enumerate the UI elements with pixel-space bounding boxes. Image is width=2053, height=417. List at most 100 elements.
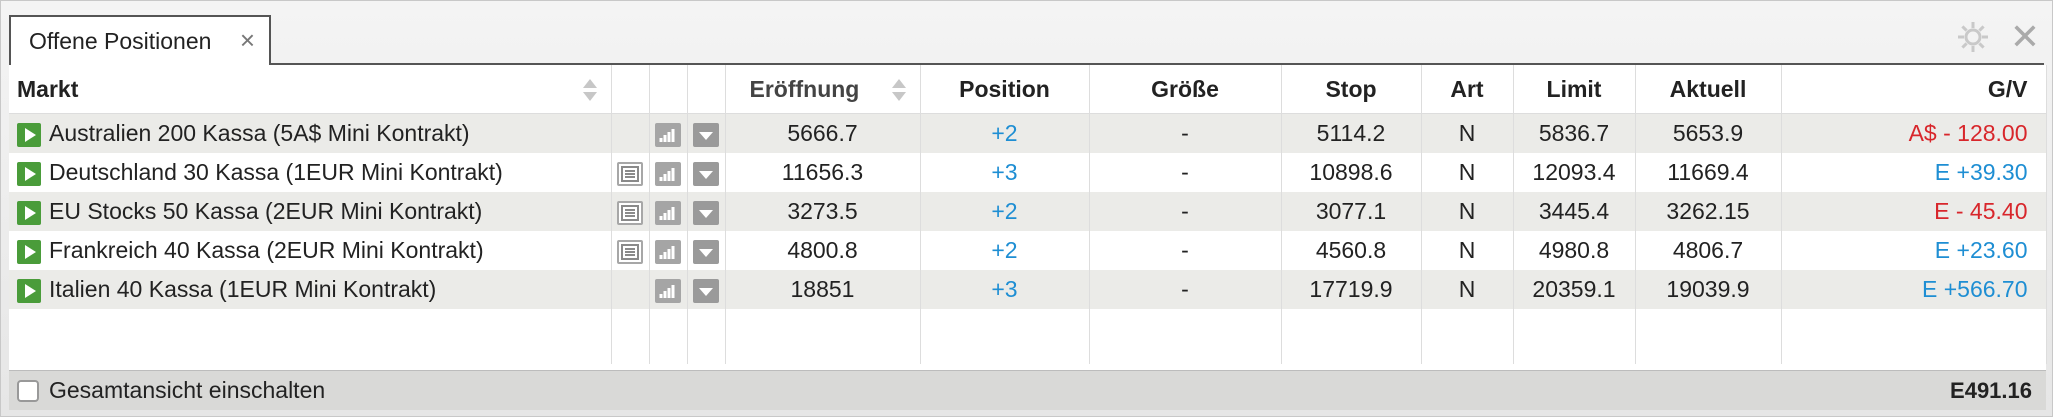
chart-icon[interactable] bbox=[655, 161, 681, 186]
sort-icon[interactable] bbox=[581, 77, 599, 103]
play-icon[interactable] bbox=[17, 239, 41, 264]
dropdown-icon[interactable] bbox=[693, 161, 719, 186]
news-icon[interactable] bbox=[617, 161, 643, 186]
play-icon[interactable] bbox=[17, 161, 41, 186]
column-header-open[interactable]: Eröffnung bbox=[725, 65, 921, 114]
cell-market[interactable]: Deutschland 30 Kassa (1EUR Mini Kontrakt… bbox=[9, 153, 612, 192]
cell-position[interactable]: +2 bbox=[920, 192, 1090, 231]
cell-market[interactable]: Australien 200 Kassa (5A$ Mini Kontrakt) bbox=[9, 113, 612, 153]
market-name: Frankreich 40 Kassa (2EUR Mini Kontrakt) bbox=[49, 237, 484, 263]
table-row[interactable]: EU Stocks 50 Kassa (2EUR Mini Kontrakt) 3… bbox=[9, 192, 2047, 231]
cell-current: 11669.4 bbox=[1635, 153, 1782, 192]
cell-position[interactable]: +3 bbox=[920, 270, 1090, 309]
overall-view-label[interactable]: Gesamtansicht einschalten bbox=[49, 377, 325, 404]
table-row[interactable]: Frankreich 40 Kassa (2EUR Mini Kontrakt)… bbox=[9, 231, 2047, 270]
cell-art: N bbox=[1421, 231, 1514, 270]
market-name: EU Stocks 50 Kassa (2EUR Mini Kontrakt) bbox=[49, 198, 483, 224]
cell-limit[interactable]: 20359.1 bbox=[1513, 270, 1636, 309]
empty-cell bbox=[687, 309, 726, 364]
cell-stop[interactable]: 17719.9 bbox=[1281, 270, 1422, 309]
cell-chart[interactable] bbox=[649, 231, 688, 270]
dropdown-icon[interactable] bbox=[693, 239, 719, 264]
market-name: Deutschland 30 Kassa (1EUR Mini Kontrakt… bbox=[49, 159, 503, 185]
cell-menu[interactable] bbox=[687, 270, 726, 309]
cell-chart[interactable] bbox=[649, 153, 688, 192]
cell-news[interactable] bbox=[611, 231, 650, 270]
column-header-market[interactable]: Markt bbox=[9, 65, 612, 114]
cell-menu[interactable] bbox=[687, 192, 726, 231]
cell-market[interactable]: EU Stocks 50 Kassa (2EUR Mini Kontrakt) bbox=[9, 192, 612, 231]
dropdown-icon[interactable] bbox=[693, 278, 719, 303]
dropdown-icon[interactable] bbox=[693, 122, 719, 147]
cell-position[interactable]: +2 bbox=[920, 231, 1090, 270]
play-icon[interactable] bbox=[17, 200, 41, 225]
column-header-current[interactable]: Aktuell bbox=[1635, 65, 1782, 114]
cell-position[interactable]: +3 bbox=[920, 153, 1090, 192]
cell-stop[interactable]: 4560.8 bbox=[1281, 231, 1422, 270]
cell-stop[interactable]: 10898.6 bbox=[1281, 153, 1422, 192]
cell-current: 4806.7 bbox=[1635, 231, 1782, 270]
column-header-pl[interactable]: G/V bbox=[1781, 65, 2047, 114]
news-icon[interactable] bbox=[617, 200, 643, 225]
table-row[interactable]: Australien 200 Kassa (5A$ Mini Kontrakt)… bbox=[9, 113, 2047, 153]
close-icon[interactable]: ✕ bbox=[2010, 19, 2040, 55]
cell-stop[interactable]: 3077.1 bbox=[1281, 192, 1422, 231]
cell-chart[interactable] bbox=[649, 192, 688, 231]
empty-cell bbox=[611, 309, 650, 364]
overall-view-checkbox[interactable] bbox=[17, 379, 39, 402]
total-pl: E491.16 bbox=[1950, 377, 2032, 403]
empty-cell bbox=[649, 309, 688, 364]
cell-menu[interactable] bbox=[687, 231, 726, 270]
news-icon[interactable] bbox=[617, 239, 643, 264]
cell-limit[interactable]: 4980.8 bbox=[1513, 231, 1636, 270]
cell-chart[interactable] bbox=[649, 270, 688, 309]
cell-open: 3273.5 bbox=[725, 192, 921, 231]
cell-menu[interactable] bbox=[687, 113, 726, 153]
empty-cell bbox=[1513, 309, 1636, 364]
column-header-stop[interactable]: Stop bbox=[1281, 65, 1422, 114]
cell-pl: E +39.30 bbox=[1781, 153, 2047, 192]
cell-chart[interactable] bbox=[649, 113, 688, 153]
cell-position[interactable]: +2 bbox=[920, 113, 1090, 153]
cell-news[interactable] bbox=[611, 192, 650, 231]
sort-icon[interactable] bbox=[890, 77, 908, 103]
cell-size: - bbox=[1089, 192, 1282, 231]
column-header-art[interactable]: Art bbox=[1421, 65, 1514, 114]
chart-icon[interactable] bbox=[655, 200, 681, 225]
chart-icon[interactable] bbox=[655, 278, 681, 303]
play-icon[interactable] bbox=[17, 278, 41, 303]
gear-icon[interactable] bbox=[1956, 20, 1990, 54]
cell-pl: E +566.70 bbox=[1781, 270, 2047, 309]
column-header-news bbox=[611, 65, 650, 114]
column-header-position[interactable]: Position bbox=[920, 65, 1090, 114]
tab-close-icon[interactable]: × bbox=[240, 27, 255, 53]
table-row[interactable]: Italien 40 Kassa (1EUR Mini Kontrakt) 188… bbox=[9, 270, 2047, 309]
cell-art: N bbox=[1421, 153, 1514, 192]
column-header-chart bbox=[649, 65, 688, 114]
empty-cell bbox=[9, 309, 612, 364]
cell-menu[interactable] bbox=[687, 153, 726, 192]
positions-table-panel: Markt Eröffnung Position Größe Stop Art … bbox=[9, 65, 2047, 410]
cell-open: 4800.8 bbox=[725, 231, 921, 270]
play-icon[interactable] bbox=[17, 122, 41, 147]
cell-limit[interactable]: 12093.4 bbox=[1513, 153, 1636, 192]
window-controls: ✕ bbox=[1956, 19, 2040, 55]
cell-open: 5666.7 bbox=[725, 113, 921, 153]
column-header-limit[interactable]: Limit bbox=[1513, 65, 1636, 114]
chart-icon[interactable] bbox=[655, 239, 681, 264]
cell-news[interactable] bbox=[611, 153, 650, 192]
empty-cell bbox=[1635, 309, 1782, 364]
cell-stop[interactable]: 5114.2 bbox=[1281, 113, 1422, 153]
tab-open-positions[interactable]: Offene Positionen × bbox=[9, 15, 271, 65]
cell-limit[interactable]: 5836.7 bbox=[1513, 113, 1636, 153]
column-header-size[interactable]: Größe bbox=[1089, 65, 1282, 114]
empty-cell bbox=[920, 309, 1090, 364]
chart-icon[interactable] bbox=[655, 122, 681, 147]
cell-market[interactable]: Italien 40 Kassa (1EUR Mini Kontrakt) bbox=[9, 270, 612, 309]
empty-cell bbox=[1781, 309, 2047, 364]
dropdown-icon[interactable] bbox=[693, 200, 719, 225]
table-row[interactable]: Deutschland 30 Kassa (1EUR Mini Kontrakt… bbox=[9, 153, 2047, 192]
cell-market[interactable]: Frankreich 40 Kassa (2EUR Mini Kontrakt) bbox=[9, 231, 612, 270]
cell-limit[interactable]: 3445.4 bbox=[1513, 192, 1636, 231]
table-header: Markt Eröffnung Position Größe Stop Art … bbox=[9, 65, 2047, 114]
